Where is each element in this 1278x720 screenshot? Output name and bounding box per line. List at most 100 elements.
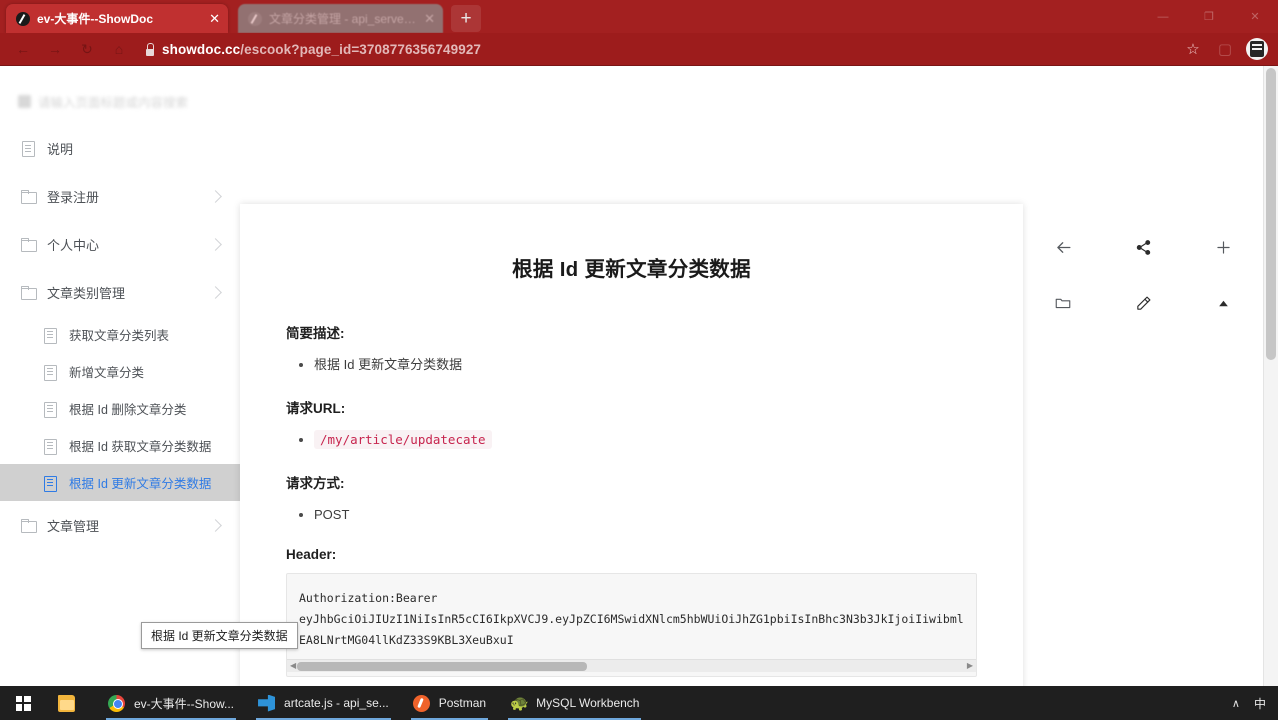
sidebar-item-label: 文章管理 — [47, 518, 100, 534]
mysql-workbench-icon: 🐢 — [510, 694, 529, 712]
scrollbar-thumb[interactable] — [1266, 68, 1276, 360]
chevron-down-icon[interactable] — [209, 518, 222, 532]
extension-icon[interactable]: ▢ — [1212, 36, 1238, 62]
address-bar[interactable]: showdoc.cc/escook?page_id=37087763567499… — [138, 36, 1172, 62]
file-icon — [42, 475, 58, 492]
scroll-left-arrow-icon[interactable]: ◀ — [290, 662, 296, 670]
toolbar-right-actions: ☆ ▢ — [1180, 36, 1270, 62]
page-action-toolbar — [1023, 204, 1263, 346]
document-content: 根据 Id 更新文章分类数据 简要描述: 根据 Id 更新文章分类数据 请求UR… — [240, 204, 1023, 686]
back-arrow-icon[interactable] — [1046, 230, 1080, 264]
browser-toolbar: ← → ↻ ⌂ showdoc.cc/escook?page_id=370877… — [0, 33, 1278, 66]
folder-icon — [20, 517, 37, 533]
showdoc-page: 请输入页面标题或内容搜索 说明 登录注册 个人中心 文章类别管理 获取文章分类列… — [0, 66, 1263, 686]
plus-icon[interactable] — [1206, 230, 1240, 264]
sidebar-item-add-category[interactable]: 新增文章分类 — [0, 353, 240, 390]
sidebar-item-label: 登录注册 — [47, 189, 100, 205]
edit-pencil-icon[interactable] — [1126, 286, 1160, 320]
window-close-button[interactable]: ✕ — [1232, 0, 1278, 33]
lock-icon — [144, 42, 155, 56]
browser-tabstrip: ev-大事件--ShowDoc ✕ 文章分类管理 - api_server_js… — [0, 0, 1278, 33]
sidebar-item-update-category-by-id[interactable]: 根据 Id 更新文章分类数据 — [0, 464, 240, 501]
start-button[interactable] — [0, 686, 46, 720]
sidebar-search-input[interactable]: 请输入页面标题或内容搜索 — [18, 88, 222, 114]
search-placeholder: 请输入页面标题或内容搜索 — [38, 95, 189, 110]
tab-title: 文章分类管理 - api_server_js — [269, 12, 419, 26]
list-item: /my/article/updatecate — [286, 428, 977, 452]
browser-tab-inactive[interactable]: 文章分类管理 - api_server_js ✕ — [238, 4, 443, 33]
forward-icon[interactable]: → — [40, 36, 70, 62]
showdoc-favicon-icon — [16, 11, 30, 26]
windows-taskbar: ev-大事件--Show... artcate.js - api_se... P… — [0, 686, 1278, 720]
page-viewport: 请输入页面标题或内容搜索 说明 登录注册 个人中心 文章类别管理 获取文章分类列… — [0, 66, 1278, 686]
scroll-right-arrow-icon[interactable]: ▶ — [967, 662, 973, 670]
code-horizontal-scrollbar[interactable]: ◀ ▶ — [287, 659, 976, 672]
postman-icon — [412, 694, 430, 712]
tab-title: ev-大事件--ShowDoc — [37, 12, 154, 26]
chevron-down-icon[interactable] — [209, 189, 222, 203]
browser-window: ev-大事件--ShowDoc ✕ 文章分类管理 - api_server_js… — [0, 0, 1278, 686]
taskbar-item-chrome[interactable]: ev-大事件--Show... — [96, 686, 246, 720]
sidebar-item-shuoming[interactable]: 说明 — [0, 124, 240, 172]
folder-icon[interactable] — [1046, 286, 1080, 320]
profile-avatar[interactable] — [1244, 36, 1270, 62]
collapse-up-icon[interactable] — [1206, 286, 1240, 320]
taskbar-item-vscode[interactable]: artcate.js - api_se... — [246, 686, 401, 720]
sidebar-item-get-category-list[interactable]: 获取文章分类列表 — [0, 316, 240, 353]
ime-indicator[interactable]: 中 — [1254, 695, 1266, 712]
request-url-heading: 请求URL: — [286, 401, 346, 416]
sidebar-item-login-register[interactable]: 登录注册 — [0, 172, 240, 220]
header-heading: Header: — [286, 547, 337, 562]
page-scrollbar[interactable] — [1263, 66, 1278, 686]
url-host: showdoc.cc — [162, 41, 241, 57]
sidebar-item-user-center[interactable]: 个人中心 — [0, 220, 240, 268]
file-icon — [42, 401, 58, 418]
bookmark-star-icon[interactable]: ☆ — [1180, 36, 1206, 62]
doc-sidebar: 请输入页面标题或内容搜索 说明 登录注册 个人中心 文章类别管理 获取文章分类列… — [0, 84, 240, 549]
system-tray: ∧ 中 — [1232, 695, 1278, 712]
taskbar-item-mysql-workbench[interactable]: 🐢 MySQL Workbench — [498, 686, 651, 720]
request-url-value: /my/article/updatecate — [314, 430, 492, 449]
taskbar-item-file-explorer[interactable] — [46, 686, 96, 720]
tray-expand-icon[interactable]: ∧ — [1232, 697, 1240, 710]
avatar — [1246, 38, 1268, 60]
new-tab-button[interactable]: + — [451, 5, 481, 32]
file-icon — [42, 327, 58, 344]
header-code-block[interactable]: Authorization:Bearer eyJhbGciOiJIUzI1NiI… — [286, 573, 977, 677]
request-method-heading: 请求方式: — [286, 476, 345, 491]
sidebar-item-article-category-management[interactable]: 文章类别管理 — [0, 268, 240, 316]
sidebar-item-delete-category-by-id[interactable]: 根据 Id 删除文章分类 — [0, 390, 240, 427]
chevron-down-icon[interactable] — [209, 237, 222, 251]
taskbar-item-label: ev-大事件--Show... — [134, 696, 235, 711]
chrome-icon — [108, 694, 125, 712]
maximize-button[interactable]: ❐ — [1186, 0, 1232, 33]
folder-icon — [20, 284, 37, 300]
search-icon — [18, 94, 31, 108]
list-item: 根据 Id 更新文章分类数据 — [286, 353, 977, 377]
sidebar-item-label: 说明 — [47, 141, 74, 157]
header-code-text: Authorization:Bearer eyJhbGciOiJIUzI1NiI… — [299, 591, 964, 647]
close-icon[interactable]: ✕ — [209, 12, 220, 25]
browser-tab-active[interactable]: ev-大事件--ShowDoc ✕ — [6, 4, 228, 33]
vscode-favicon-icon — [248, 11, 262, 26]
file-explorer-icon — [58, 694, 75, 712]
file-icon — [42, 364, 58, 381]
share-icon[interactable] — [1126, 230, 1160, 264]
folder-icon — [20, 236, 37, 252]
window-controls: — ❐ ✕ — [1140, 0, 1278, 33]
file-icon — [42, 438, 58, 455]
scrollbar-thumb[interactable] — [297, 662, 587, 671]
minimize-button[interactable]: — — [1140, 0, 1186, 33]
sidebar-item-get-category-by-id[interactable]: 根据 Id 获取文章分类数据 — [0, 427, 240, 464]
chevron-down-icon[interactable] — [209, 285, 222, 299]
sidebar-item-label: 获取文章分类列表 — [69, 329, 170, 343]
sidebar-item-article-management[interactable]: 文章管理 — [0, 501, 240, 549]
taskbar-item-label: Postman — [438, 696, 487, 710]
navigation-controls: ← → ↻ ⌂ — [8, 36, 134, 62]
close-icon[interactable]: ✕ — [424, 12, 435, 25]
back-icon[interactable]: ← — [8, 36, 38, 62]
taskbar-item-postman[interactable]: Postman — [401, 686, 498, 720]
sidebar-item-label: 根据 Id 删除文章分类 — [69, 403, 187, 417]
reload-icon[interactable]: ↻ — [72, 36, 102, 62]
home-icon[interactable]: ⌂ — [104, 36, 134, 62]
